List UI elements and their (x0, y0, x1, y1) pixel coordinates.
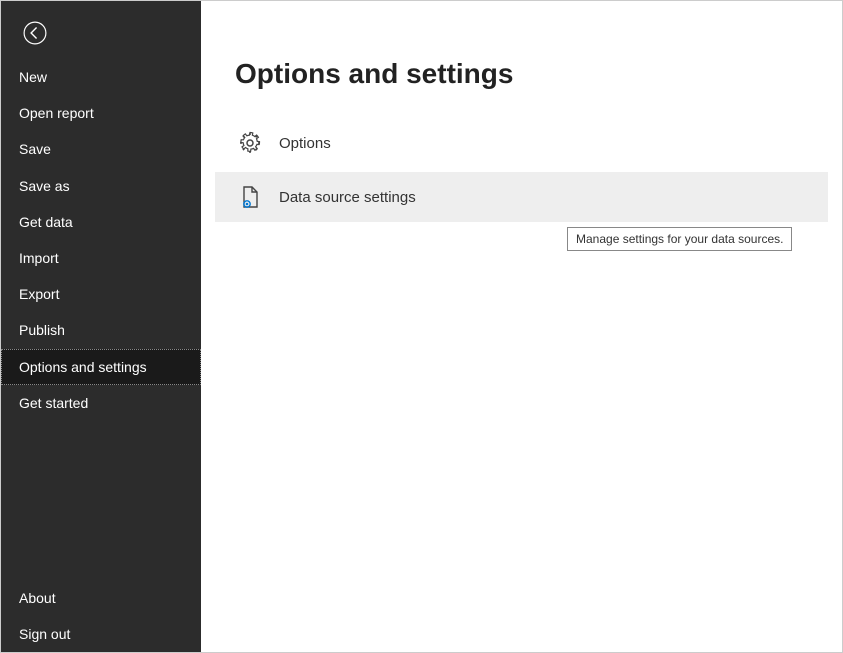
sidebar-item-about[interactable]: About (1, 580, 201, 616)
data-source-icon (237, 184, 263, 210)
option-label: Data source settings (279, 189, 416, 206)
sidebar-item-import[interactable]: Import (1, 240, 201, 276)
sidebar-item-sign-out[interactable]: Sign out (1, 616, 201, 652)
sidebar-menu: New Open report Save Save as Get data Im… (1, 59, 201, 652)
sidebar-item-export[interactable]: Export (1, 276, 201, 312)
sidebar-item-save[interactable]: Save (1, 131, 201, 167)
sidebar-item-options-and-settings[interactable]: Options and settings (1, 349, 201, 385)
tooltip: Manage settings for your data sources. (567, 227, 792, 251)
back-button[interactable] (17, 15, 53, 51)
sidebar-bottom-menu: About Sign out (1, 580, 201, 652)
back-arrow-icon (21, 19, 49, 47)
sidebar-item-publish[interactable]: Publish (1, 312, 201, 348)
page-title: Options and settings (235, 58, 842, 90)
sidebar-item-save-as[interactable]: Save as (1, 168, 201, 204)
option-data-source-settings[interactable]: Data source settings (215, 172, 828, 222)
options-list: Options Data source settings (201, 118, 842, 222)
sidebar-item-get-started[interactable]: Get started (1, 385, 201, 421)
sidebar: New Open report Save Save as Get data Im… (1, 1, 201, 652)
sidebar-item-open-report[interactable]: Open report (1, 95, 201, 131)
option-label: Options (279, 135, 331, 152)
sidebar-item-get-data[interactable]: Get data (1, 204, 201, 240)
main-panel: Options and settings Options (201, 1, 842, 652)
gear-icon (237, 130, 263, 156)
menu-spacer (1, 421, 201, 580)
option-options[interactable]: Options (215, 118, 828, 168)
sidebar-item-new[interactable]: New (1, 59, 201, 95)
